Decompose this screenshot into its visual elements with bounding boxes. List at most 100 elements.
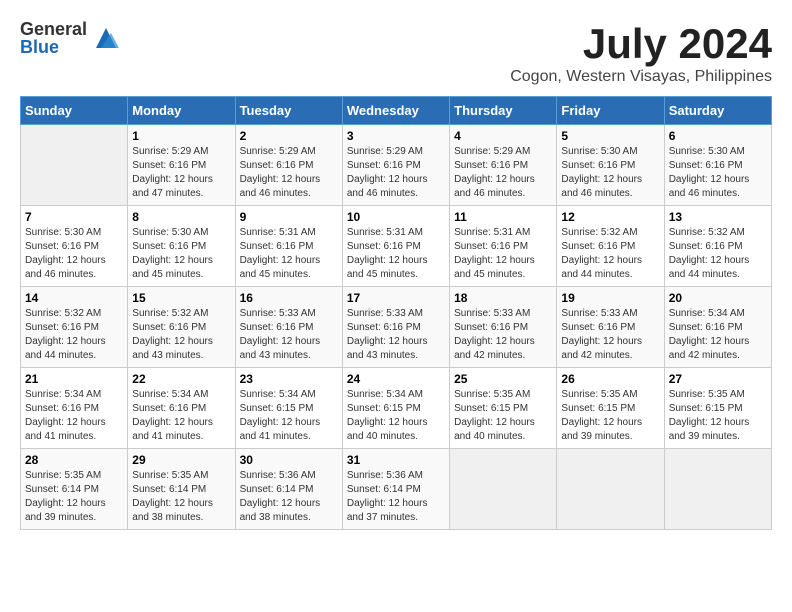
day-number: 18 [454,291,552,305]
calendar-cell: 30 Sunrise: 5:36 AM Sunset: 6:14 PM Dayli… [235,449,342,530]
day-number: 29 [132,453,230,467]
calendar-cell: 27 Sunrise: 5:35 AM Sunset: 6:15 PM Dayli… [664,368,771,449]
calendar-cell: 13 Sunrise: 5:32 AM Sunset: 6:16 PM Dayli… [664,206,771,287]
day-number: 3 [347,129,445,143]
day-info: Sunrise: 5:31 AM Sunset: 6:16 PM Dayligh… [240,226,338,282]
calendar-cell: 21 Sunrise: 5:34 AM Sunset: 6:16 PM Dayli… [21,368,128,449]
day-info: Sunrise: 5:35 AM Sunset: 6:14 PM Dayligh… [132,469,230,525]
calendar-week-row: 14 Sunrise: 5:32 AM Sunset: 6:16 PM Dayli… [21,287,772,368]
logo-blue: Blue [20,38,87,56]
calendar-cell: 26 Sunrise: 5:35 AM Sunset: 6:15 PM Dayli… [557,368,664,449]
day-info: Sunrise: 5:34 AM Sunset: 6:16 PM Dayligh… [25,388,123,444]
header: General Blue July 2024 Cogon, Western Vi… [20,20,772,86]
day-info: Sunrise: 5:34 AM Sunset: 6:16 PM Dayligh… [669,307,767,363]
calendar-cell: 12Sunrise: 5:32 AM Sunset: 6:16 PM Dayli… [557,206,664,287]
calendar-cell [450,449,557,530]
calendar-cell [557,449,664,530]
day-info: Sunrise: 5:32 AM Sunset: 6:16 PM Dayligh… [132,307,230,363]
header-cell-monday: Monday [128,97,235,125]
day-info: Sunrise: 5:33 AM Sunset: 6:16 PM Dayligh… [454,307,552,363]
calendar-cell: 22Sunrise: 5:34 AM Sunset: 6:16 PM Dayli… [128,368,235,449]
day-info: Sunrise: 5:29 AM Sunset: 6:16 PM Dayligh… [240,145,338,201]
day-number: 4 [454,129,552,143]
day-number: 10 [347,210,445,224]
day-number: 28 [25,453,123,467]
day-info: Sunrise: 5:32 AM Sunset: 6:16 PM Dayligh… [25,307,123,363]
day-number: 5 [561,129,659,143]
day-number: 31 [347,453,445,467]
calendar-cell: 15 Sunrise: 5:32 AM Sunset: 6:16 PM Dayli… [128,287,235,368]
calendar-cell [664,449,771,530]
calendar-cell: 4 Sunrise: 5:29 AM Sunset: 6:16 PM Daylig… [450,125,557,206]
day-number: 15 [132,291,230,305]
day-info: Sunrise: 5:30 AM Sunset: 6:16 PM Dayligh… [25,226,123,282]
calendar-cell: 20Sunrise: 5:34 AM Sunset: 6:16 PM Dayli… [664,287,771,368]
calendar-cell: 5 Sunrise: 5:30 AM Sunset: 6:16 PM Daylig… [557,125,664,206]
header-cell-saturday: Saturday [664,97,771,125]
day-number: 27 [669,372,767,386]
calendar-cell: 18 Sunrise: 5:33 AM Sunset: 6:16 PM Dayli… [450,287,557,368]
day-info: Sunrise: 5:33 AM Sunset: 6:16 PM Dayligh… [561,307,659,363]
calendar-cell: 10 Sunrise: 5:31 AM Sunset: 6:16 PM Dayli… [342,206,449,287]
day-number: 25 [454,372,552,386]
calendar-week-row: 1Sunrise: 5:29 AM Sunset: 6:16 PM Daylig… [21,125,772,206]
calendar-cell: 29 Sunrise: 5:35 AM Sunset: 6:14 PM Dayli… [128,449,235,530]
calendar-cell: 2 Sunrise: 5:29 AM Sunset: 6:16 PM Daylig… [235,125,342,206]
calendar-cell: 3Sunrise: 5:29 AM Sunset: 6:16 PM Daylig… [342,125,449,206]
day-number: 6 [669,129,767,143]
calendar-cell: 17Sunrise: 5:33 AM Sunset: 6:16 PM Dayli… [342,287,449,368]
day-number: 7 [25,210,123,224]
day-info: Sunrise: 5:29 AM Sunset: 6:16 PM Dayligh… [132,145,230,201]
calendar-header-row: SundayMondayTuesdayWednesdayThursdayFrid… [21,97,772,125]
day-number: 2 [240,129,338,143]
day-info: Sunrise: 5:30 AM Sunset: 6:16 PM Dayligh… [132,226,230,282]
logo: General Blue [20,20,121,56]
logo-icon [91,23,121,53]
day-info: Sunrise: 5:35 AM Sunset: 6:15 PM Dayligh… [454,388,552,444]
day-number: 19 [561,291,659,305]
day-number: 23 [240,372,338,386]
day-number: 22 [132,372,230,386]
calendar-cell: 28Sunrise: 5:35 AM Sunset: 6:14 PM Dayli… [21,449,128,530]
day-info: Sunrise: 5:34 AM Sunset: 6:15 PM Dayligh… [240,388,338,444]
calendar-cell: 7 Sunrise: 5:30 AM Sunset: 6:16 PM Daylig… [21,206,128,287]
calendar-cell: 11 Sunrise: 5:31 AM Sunset: 6:16 PM Dayli… [450,206,557,287]
calendar-cell [21,125,128,206]
day-info: Sunrise: 5:34 AM Sunset: 6:15 PM Dayligh… [347,388,445,444]
calendar-week-row: 21 Sunrise: 5:34 AM Sunset: 6:16 PM Dayli… [21,368,772,449]
header-cell-wednesday: Wednesday [342,97,449,125]
main-title: July 2024 [510,20,772,68]
day-info: Sunrise: 5:36 AM Sunset: 6:14 PM Dayligh… [240,469,338,525]
day-info: Sunrise: 5:35 AM Sunset: 6:15 PM Dayligh… [561,388,659,444]
day-number: 17 [347,291,445,305]
title-area: July 2024 Cogon, Western Visayas, Philip… [510,20,772,86]
day-number: 8 [132,210,230,224]
calendar-cell: 1Sunrise: 5:29 AM Sunset: 6:16 PM Daylig… [128,125,235,206]
day-info: Sunrise: 5:31 AM Sunset: 6:16 PM Dayligh… [347,226,445,282]
day-info: Sunrise: 5:31 AM Sunset: 6:16 PM Dayligh… [454,226,552,282]
calendar-cell: 16Sunrise: 5:33 AM Sunset: 6:16 PM Dayli… [235,287,342,368]
day-info: Sunrise: 5:35 AM Sunset: 6:15 PM Dayligh… [669,388,767,444]
logo-general: General [20,20,87,38]
day-number: 14 [25,291,123,305]
day-number: 26 [561,372,659,386]
calendar-cell: 14 Sunrise: 5:32 AM Sunset: 6:16 PM Dayli… [21,287,128,368]
day-info: Sunrise: 5:30 AM Sunset: 6:16 PM Dayligh… [669,145,767,201]
day-number: 24 [347,372,445,386]
day-number: 13 [669,210,767,224]
day-info: Sunrise: 5:29 AM Sunset: 6:16 PM Dayligh… [454,145,552,201]
header-cell-sunday: Sunday [21,97,128,125]
day-info: Sunrise: 5:30 AM Sunset: 6:16 PM Dayligh… [561,145,659,201]
calendar-cell: 31Sunrise: 5:36 AM Sunset: 6:14 PM Dayli… [342,449,449,530]
calendar-cell: 19 Sunrise: 5:33 AM Sunset: 6:16 PM Dayli… [557,287,664,368]
day-info: Sunrise: 5:32 AM Sunset: 6:16 PM Dayligh… [561,226,659,282]
calendar-cell: 23 Sunrise: 5:34 AM Sunset: 6:15 PM Dayli… [235,368,342,449]
calendar-week-row: 7 Sunrise: 5:30 AM Sunset: 6:16 PM Daylig… [21,206,772,287]
calendar-week-row: 28 Sunrise: 5:35 AM Sunset: 6:14 PM Dayli… [21,449,772,530]
calendar-cell: 6 Sunrise: 5:30 AM Sunset: 6:16 PM Daylig… [664,125,771,206]
day-info: Sunrise: 5:32 AM Sunset: 6:16 PM Dayligh… [669,226,767,282]
day-number: 30 [240,453,338,467]
day-number: 21 [25,372,123,386]
day-number: 11 [454,210,552,224]
header-cell-thursday: Thursday [450,97,557,125]
